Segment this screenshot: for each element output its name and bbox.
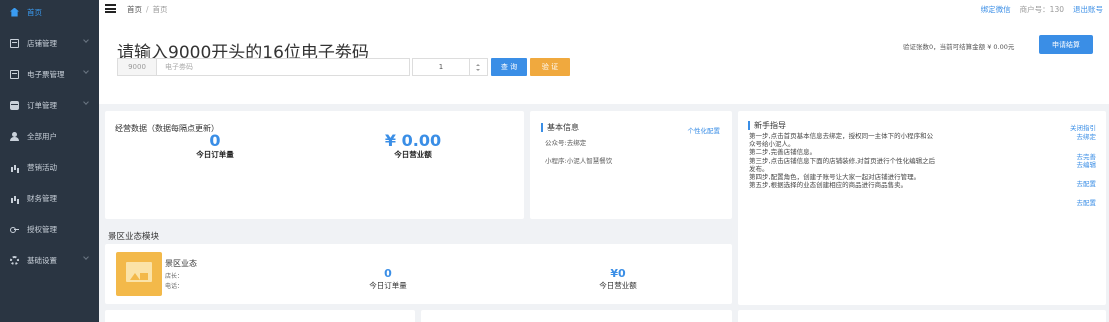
sidebar-item-home[interactable]: 首页 xyxy=(0,0,99,24)
breadcrumb-home[interactable]: 首页 xyxy=(127,5,142,14)
top-bar: 首页 / 首页 绑定微信 商户号：130 退出账号 xyxy=(99,0,1109,18)
guide-action-bind[interactable]: 去绑定 xyxy=(1077,131,1097,141)
chevron-down-icon xyxy=(83,254,89,260)
sidebar-item-label: 首页 xyxy=(27,7,42,17)
novice-guide-card: 新手指导 关闭指引 第一步,点击首页基本信息去绑定，授权同一主体下的小程序和公众… xyxy=(738,111,1106,305)
users-icon xyxy=(10,131,19,141)
logout-link[interactable]: 退出账号 xyxy=(1073,4,1103,15)
store-icon xyxy=(10,38,19,48)
sidebar-item-label: 店铺管理 xyxy=(27,38,57,48)
chevron-down-icon xyxy=(83,37,89,43)
guide-step: 第二步,完善店铺信息。 xyxy=(749,148,817,157)
sidebar-item-finance[interactable]: 财务管理 xyxy=(0,186,99,210)
home-icon xyxy=(10,7,19,17)
scenic-revenue-value: ¥0 xyxy=(610,267,626,280)
today-revenue-stat: ¥ 0.00 今日营业额 xyxy=(378,133,448,160)
query-button[interactable]: 查 询 xyxy=(491,58,527,76)
quantity-stepper[interactable] xyxy=(470,58,488,76)
sidebar-item-label: 订单管理 xyxy=(27,100,57,110)
guide-action-edit[interactable]: 去编辑 xyxy=(1077,159,1097,169)
scenic-phone: 电话： xyxy=(165,283,184,290)
personalize-link[interactable]: 个性化配置 xyxy=(688,125,721,135)
basic-info-title: 基本信息 xyxy=(541,123,579,132)
sidebar: 首页 店铺管理 电子票管理 订单管理 全部用户 营销活动 财务管理 授权管理 基… xyxy=(0,0,99,322)
bind-wechat-link[interactable]: 绑定微信 xyxy=(981,4,1011,15)
chart-icon xyxy=(10,194,19,203)
scenic-name: 景区业态 xyxy=(165,259,197,268)
sidebar-item-auth[interactable]: 授权管理 xyxy=(0,217,99,241)
voucher-form: 9000 电子劵码 1 查 询 验 证 xyxy=(117,58,570,76)
sidebar-item-users[interactable]: 全部用户 xyxy=(0,124,99,148)
apply-settlement-button[interactable]: 申请结算 xyxy=(1039,35,1093,54)
sidebar-item-label: 财务管理 xyxy=(27,193,57,203)
chevron-down-icon xyxy=(83,99,89,105)
guide-action-configure[interactable]: 去配置 xyxy=(1077,178,1097,188)
bottom-card xyxy=(738,310,1106,322)
today-orders-label: 今日订单量 xyxy=(196,150,234,159)
scenic-revenue-label: 今日营业额 xyxy=(599,281,637,290)
bottom-card xyxy=(105,310,415,322)
guide-step: 第三步,点击店铺信息下面的店铺装修,对首页进行个性化编辑之后发布。 xyxy=(749,156,936,173)
scenic-section-title: 景区业态模块 xyxy=(108,232,160,242)
today-revenue-label: 今日营业额 xyxy=(394,150,432,159)
sidebar-item-label: 全部用户 xyxy=(27,131,57,141)
sidebar-item-label: 授权管理 xyxy=(27,224,57,234)
basic-info-card: 基本信息 个性化配置 公众号:去绑定 小程序:小泥人智慧餐饮 xyxy=(530,111,732,219)
breadcrumb: 首页 / 首页 xyxy=(127,4,168,15)
sidebar-item-label: 基础设置 xyxy=(27,255,57,265)
guide-step: 第一步,点击首页基本信息去绑定，授权同一主体下的小程序和公众号给小泥人。 xyxy=(749,132,934,149)
voucher-code-input[interactable]: 电子劵码 xyxy=(157,58,410,76)
official-account-bind[interactable]: 公众号:去绑定 xyxy=(545,137,586,147)
scenic-manager: 店长： xyxy=(165,273,184,280)
bottom-card xyxy=(421,310,732,322)
guide-action-configure[interactable]: 去配置 xyxy=(1077,197,1097,207)
scenic-orders-stat: 0 今日订单量 xyxy=(353,267,423,291)
sidebar-item-orders[interactable]: 订单管理 xyxy=(0,93,99,117)
guide-step: 第五步,根据选择的业态创建相应的商品进行商品售卖。 xyxy=(749,181,908,190)
scenic-thumbnail-image-icon xyxy=(116,252,162,296)
sidebar-item-store[interactable]: 店铺管理 xyxy=(0,31,99,55)
chevron-down-icon xyxy=(83,68,89,74)
voucher-prefix: 9000 xyxy=(117,58,157,76)
sidebar-item-ticket[interactable]: 电子票管理 xyxy=(0,62,99,86)
quantity-input[interactable]: 1 xyxy=(412,58,470,76)
verify-button[interactable]: 验 证 xyxy=(530,58,570,76)
settlement-info: 验证张数0，当前可结算金额 ¥ 0.00元 xyxy=(903,43,1015,51)
guide-steps: 第一步,点击首页基本信息去绑定，授权同一主体下的小程序和公众号给小泥人。 第二步… xyxy=(749,132,939,189)
menu-toggle-icon[interactable] xyxy=(105,4,116,13)
merchant-number: 商户号：130 xyxy=(1019,5,1064,14)
today-orders-stat: 0 今日订单量 xyxy=(180,133,250,160)
chart-icon xyxy=(10,163,19,172)
scenic-revenue-stat: ¥0 今日营业额 xyxy=(583,267,653,291)
sidebar-item-settings[interactable]: 基础设置 xyxy=(0,248,99,272)
breadcrumb-separator: / xyxy=(146,5,149,14)
mini-program-name: 小程序:小泥人智慧餐饮 xyxy=(545,157,613,165)
header-actions: 绑定微信 商户号：130 退出账号 xyxy=(981,4,1103,15)
voucher-panel: 请输入9000开头的16位电子劵码 9000 电子劵码 1 查 询 验 证 验证… xyxy=(99,18,1109,104)
scenic-orders-value: 0 xyxy=(384,267,392,280)
order-icon xyxy=(10,100,19,110)
scenic-orders-label: 今日订单量 xyxy=(369,281,407,290)
key-icon xyxy=(10,225,19,234)
sidebar-item-label: 营销活动 xyxy=(27,162,57,172)
guide-step: 第四步,配置角色，创建子账号让大家一起对店铺进行管理。 xyxy=(749,173,921,182)
today-orders-value: 0 xyxy=(209,131,221,150)
ticket-icon xyxy=(10,69,19,79)
sidebar-item-marketing[interactable]: 营销活动 xyxy=(0,155,99,179)
business-data-card: 经营数据（数据每隔点更新） 0 今日订单量 ¥ 0.00 今日营业额 xyxy=(105,111,524,219)
sidebar-item-label: 电子票管理 xyxy=(27,69,65,79)
gear-icon xyxy=(10,255,19,265)
scenic-card: 景区业态 店长： 电话： 0 今日订单量 ¥0 今日营业额 xyxy=(105,244,732,304)
guide-title: 新手指导 xyxy=(748,121,786,130)
breadcrumb-current: 首页 xyxy=(152,5,168,14)
today-revenue-value: ¥ 0.00 xyxy=(384,131,442,150)
